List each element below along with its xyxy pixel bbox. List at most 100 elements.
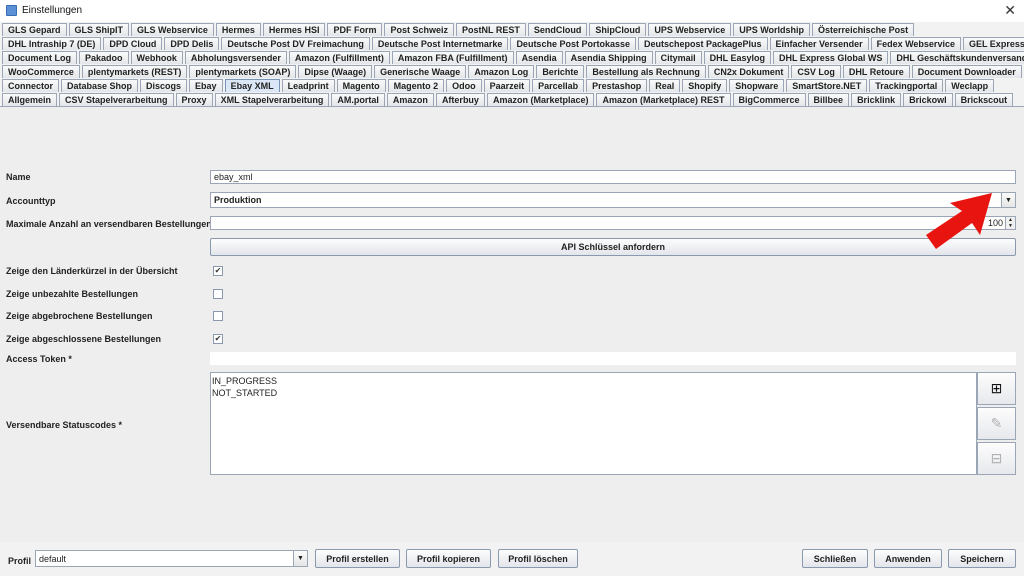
tab-parcellab[interactable]: Parcellab (532, 79, 585, 92)
tab-plentymarkets-rest[interactable]: plentymarkets (REST) (81, 65, 188, 78)
show-cancelled-checkbox[interactable] (213, 311, 223, 321)
chevron-down-icon[interactable]: ▼ (293, 551, 307, 566)
tab-shopware[interactable]: Shopware (729, 79, 785, 92)
tab-hermes[interactable]: Hermes (215, 23, 261, 36)
tab-hermes-hsi[interactable]: Hermes HSI (262, 23, 326, 36)
copy-profile-button[interactable]: Profil kopieren (406, 549, 491, 568)
tab-brickscout[interactable]: Brickscout (954, 93, 1014, 106)
tab-dhl-easylog[interactable]: DHL Easylog (703, 51, 771, 64)
tab-weclapp[interactable]: Weclapp (945, 79, 995, 92)
list-item[interactable]: IN_PROGRESS (212, 375, 976, 387)
tab-dhl-express-global-ws[interactable]: DHL Express Global WS (772, 51, 889, 64)
tab-gls-webservice[interactable]: GLS Webservice (131, 23, 214, 36)
tab-asendia-shipping[interactable]: Asendia Shipping (564, 51, 653, 64)
tab-billbee[interactable]: Billbee (807, 93, 850, 106)
tab-plentymarkets-soap[interactable]: plentymarkets (SOAP) (189, 65, 297, 78)
tab-gls-shipit[interactable]: GLS ShipIT (68, 23, 130, 36)
tab-prestashop[interactable]: Prestashop (586, 79, 648, 92)
add-icon[interactable]: ⊞ (977, 372, 1016, 405)
tab-cn2x-dokument[interactable]: CN2x Dokument (707, 65, 790, 78)
delete-profile-button[interactable]: Profil löschen (498, 549, 578, 568)
tab-am-portal[interactable]: AM.portal (331, 93, 385, 106)
access-token-field[interactable] (210, 352, 1016, 365)
create-profile-button[interactable]: Profil erstellen (315, 549, 400, 568)
tab-österreichische-post[interactable]: Österreichische Post (812, 23, 915, 36)
tab-webhook[interactable]: Webhook (130, 51, 183, 64)
tab-citymail[interactable]: Citymail (654, 51, 702, 64)
chevron-down-icon[interactable]: ▼ (1001, 193, 1015, 207)
tab-dhl-retoure[interactable]: DHL Retoure (842, 65, 910, 78)
tab-deutsche-post-dv-freimachung[interactable]: Deutsche Post DV Freimachung (221, 37, 370, 50)
tab-real[interactable]: Real (649, 79, 681, 92)
tab-pakadoo[interactable]: Pakadoo (79, 51, 129, 64)
tab-pdf-form[interactable]: PDF Form (327, 23, 383, 36)
edit-icon[interactable]: ✎ (977, 407, 1016, 440)
tab-proxy[interactable]: Proxy (175, 93, 213, 106)
tab-einfacher-versender[interactable]: Einfacher Versender (769, 37, 869, 50)
tab-deutsche-post-portokasse[interactable]: Deutsche Post Portokasse (510, 37, 636, 50)
tab-gls-gepard[interactable]: GLS Gepard (2, 23, 67, 36)
name-field[interactable]: ebay_xml (210, 170, 1016, 184)
tab-ebay[interactable]: Ebay (189, 79, 223, 92)
tab-dpd-cloud[interactable]: DPD Cloud (103, 37, 163, 50)
remove-icon[interactable]: ⊟ (977, 442, 1016, 475)
tab-smartstore-net[interactable]: SmartStore.NET (786, 79, 868, 92)
tab-amazon-marketplace[interactable]: Amazon (Marketplace) (486, 93, 595, 106)
save-button[interactable]: Speichern (948, 549, 1016, 568)
tab-bigcommerce[interactable]: BigCommerce (732, 93, 806, 106)
tab-brickowl[interactable]: Brickowl (903, 93, 953, 106)
tab-bricklink[interactable]: Bricklink (851, 93, 902, 106)
tab-fedex-webservice[interactable]: Fedex Webservice (870, 37, 961, 50)
show-unpaid-checkbox[interactable] (213, 289, 223, 299)
tab-gel-express[interactable]: GEL Express (962, 37, 1024, 50)
accounttyp-select[interactable]: Produktion ▼ (210, 192, 1016, 208)
tab-sendcloud[interactable]: SendCloud (527, 23, 588, 36)
tab-trackingportal[interactable]: Trackingportal (869, 79, 944, 92)
tab-dipse-waage[interactable]: Dipse (Waage) (298, 65, 373, 78)
status-codes-list[interactable]: IN_PROGRESS NOT_STARTED (210, 372, 977, 475)
tab-post-schweiz[interactable]: Post Schweiz (384, 23, 454, 36)
tab-deutschepost-packageplus[interactable]: Deutschepost PackagePlus (637, 37, 768, 50)
tab-odoo[interactable]: Odoo (446, 79, 482, 92)
list-item[interactable]: NOT_STARTED (212, 387, 976, 399)
tab-dhl-geschäftskundenversand[interactable]: DHL Geschäftskundenversand (890, 51, 1024, 64)
tab-leadprint[interactable]: Leadprint (281, 79, 335, 92)
apply-button[interactable]: Anwenden (874, 549, 942, 568)
tab-amazon[interactable]: Amazon (386, 93, 434, 106)
spinner-arrows-icon[interactable]: ▲ ▼ (1005, 217, 1015, 229)
tab-csv-log[interactable]: CSV Log (791, 65, 841, 78)
tab-afterbuy[interactable]: Afterbuy (435, 93, 485, 106)
close-icon[interactable]: ✕ (1004, 2, 1016, 18)
tab-abholungsversender[interactable]: Abholungsversender (184, 51, 287, 64)
tab-ebay-xml[interactable]: Ebay XML (224, 79, 280, 92)
profil-select[interactable]: default ▼ (35, 550, 308, 567)
tab-dhl-intraship-7-de[interactable]: DHL Intraship 7 (DE) (2, 37, 102, 50)
tab-amazon-log[interactable]: Amazon Log (468, 65, 535, 78)
tab-amazon-fulfillment[interactable]: Amazon (Fulfillment) (288, 51, 390, 64)
tab-shipcloud[interactable]: ShipCloud (589, 23, 647, 36)
tab-postnl-rest[interactable]: PostNL REST (455, 23, 526, 36)
tab-berichte[interactable]: Berichte (536, 65, 585, 78)
tab-connector[interactable]: Connector (2, 79, 59, 92)
tab-amazon-marketplace-rest[interactable]: Amazon (Marketplace) REST (596, 93, 731, 106)
tab-dpd-delis[interactable]: DPD Delis (164, 37, 220, 50)
tab-csv-stapelverarbeitung[interactable]: CSV Stapelverarbeitung (59, 93, 174, 106)
tab-shopify[interactable]: Shopify (682, 79, 728, 92)
tab-xml-stapelverarbeitung[interactable]: XML Stapelverarbeitung (214, 93, 330, 106)
tab-allgemein[interactable]: Allgemein (2, 93, 58, 106)
tab-paarzeit[interactable]: Paarzeit (483, 79, 531, 92)
tab-ups-webservice[interactable]: UPS Webservice (648, 23, 732, 36)
tab-magento[interactable]: Magento (336, 79, 386, 92)
tab-generische-waage[interactable]: Generische Waage (374, 65, 467, 78)
tab-amazon-fba-fulfillment[interactable]: Amazon FBA (Fulfillment) (391, 51, 514, 64)
show-country-checkbox[interactable]: ✔ (213, 266, 223, 276)
api-key-button[interactable]: API Schlüssel anfordern (210, 238, 1016, 256)
tab-asendia[interactable]: Asendia (515, 51, 563, 64)
tab-magento-2[interactable]: Magento 2 (387, 79, 445, 92)
tab-document-log[interactable]: Document Log (2, 51, 77, 64)
close-button[interactable]: Schließen (802, 549, 868, 568)
tab-deutsche-post-internetmarke[interactable]: Deutsche Post Internetmarke (371, 37, 509, 50)
tab-document-downloader[interactable]: Document Downloader (911, 65, 1022, 78)
tab-woocommerce[interactable]: WooCommerce (2, 65, 80, 78)
tab-ups-worldship[interactable]: UPS Worldship (733, 23, 811, 36)
